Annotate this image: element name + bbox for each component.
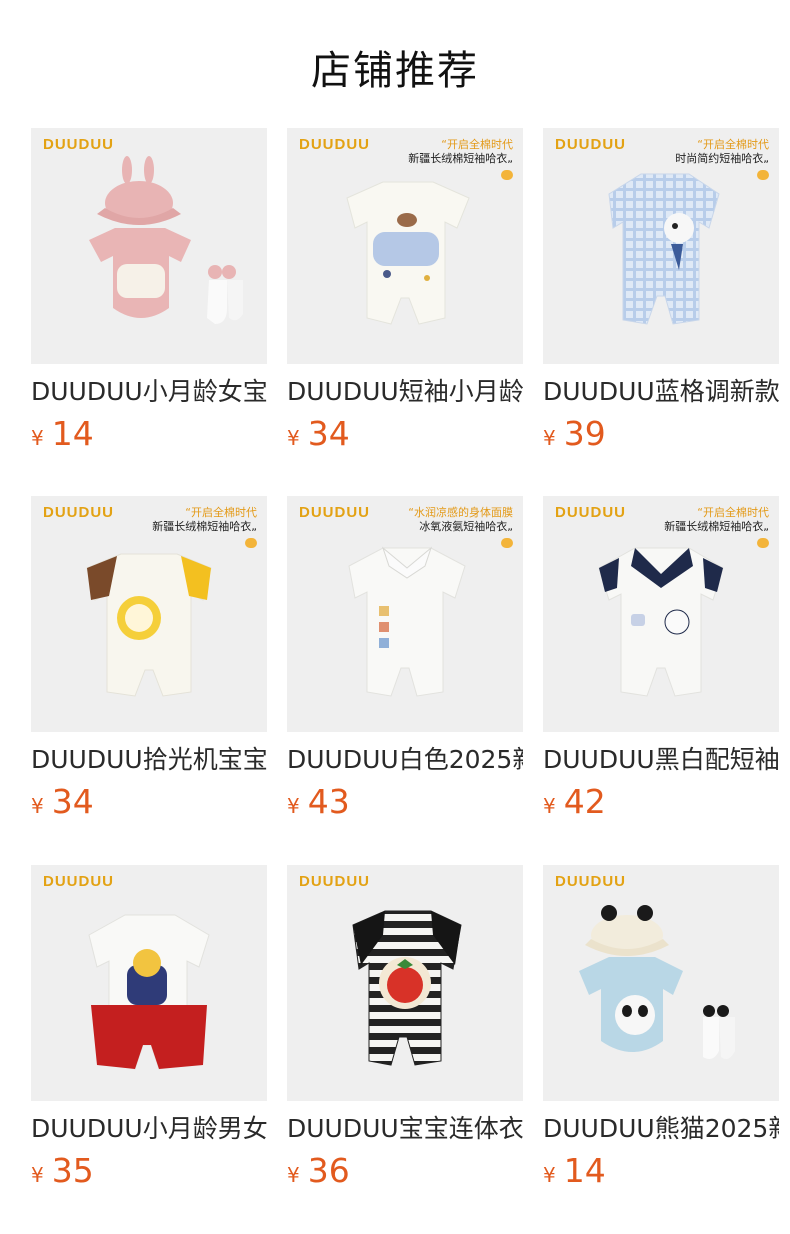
price-value: 34 (51, 782, 94, 821)
red-love-romper-image (88, 914, 210, 1070)
product-image[interactable]: DUUDUU “开启全棉时代 新疆长绒棉短袖哈衣„ (543, 496, 779, 732)
product-card[interactable]: DUUDUU “开启全棉时代 时尚简约短袖哈衣„ DUUDUU蓝格调新款 ¥39 (543, 128, 779, 454)
brand-logo: DUUDUU (555, 136, 626, 153)
currency-symbol: ¥ (31, 1163, 44, 1187)
product-card[interactable]: DUUDUU DUUDUU宝宝连体衣 ¥36 (287, 865, 523, 1191)
promo-pill (757, 170, 769, 180)
product-card[interactable]: DUUDUU “水润凉感的身体面膜 冰氧液氨短袖哈衣„ DUUDUU白色2025… (287, 496, 523, 822)
brand-logo: DUUDUU (299, 504, 370, 521)
product-name[interactable]: DUUDUU白色2025新 (287, 744, 523, 776)
promo-pill (501, 170, 513, 180)
price-value: 39 (563, 414, 606, 453)
product-name[interactable]: DUUDUU宝宝连体衣 (287, 1113, 523, 1145)
panda-romper-image (579, 905, 735, 1059)
product-card[interactable]: DUUDUU DUUDUU小月龄男女 ¥35 (31, 865, 267, 1191)
promo-subtitle: 新疆长绒棉短袖哈衣„ (408, 152, 513, 165)
product-price: ¥36 (287, 1151, 523, 1191)
product-card[interactable]: DUUDUU “开启全棉时代 新疆长绒棉短袖哈衣„ DUUDUU拾光机宝宝 ¥3… (31, 496, 267, 822)
price-value: 14 (51, 414, 94, 453)
product-card[interactable]: DUUDUU “开启全棉时代 新疆长绒棉短袖哈衣„ DUUDUU短袖小月龄 ¥3… (287, 128, 523, 454)
pink-bunny-romper-image (89, 156, 243, 324)
price-value: 34 (307, 414, 350, 453)
product-name[interactable]: DUUDUU蓝格调新款 (543, 376, 779, 408)
product-name[interactable]: DUUDUU小月龄女宝 (31, 376, 267, 408)
currency-symbol: ¥ (287, 1163, 300, 1187)
promo-slogan: “水润凉感的身体面膜 (408, 506, 513, 519)
product-image[interactable]: DUUDUU “水润凉感的身体面膜 冰氧液氨短袖哈衣„ (287, 496, 523, 732)
price-value: 14 (563, 1151, 606, 1190)
product-name[interactable]: DUUDUU小月龄男女 (31, 1113, 267, 1145)
currency-symbol: ¥ (31, 794, 44, 818)
price-value: 42 (563, 782, 606, 821)
currency-symbol: ¥ (287, 426, 300, 450)
promo-subtitle: 新疆长绒棉短袖哈衣„ (152, 520, 257, 533)
product-image[interactable]: DUUDUU (287, 865, 523, 1101)
product-price: ¥35 (31, 1151, 267, 1191)
promo-slogan: “开启全棉时代 (697, 506, 769, 519)
promo-pill (501, 538, 513, 548)
page-title: 店铺推荐 (311, 48, 479, 94)
product-price: ¥42 (543, 782, 779, 822)
promo-subtitle: 新疆长绒棉短袖哈衣„ (664, 520, 769, 533)
product-name[interactable]: DUUDUU短袖小月龄 (287, 376, 523, 408)
product-price: ¥34 (31, 782, 267, 822)
product-card[interactable]: DUUDUU “开启全棉时代 新疆长绒棉短袖哈衣„ DUUDUU黑白配短袖 ¥4… (543, 496, 779, 822)
product-price: ¥34 (287, 414, 523, 454)
brand-logo: DUUDUU (299, 873, 370, 890)
brand-logo: DUUDUU (43, 873, 114, 890)
product-price: ¥14 (543, 1151, 779, 1191)
promo-pill (757, 538, 769, 548)
promo-subtitle: 时尚简约短袖哈衣„ (675, 152, 769, 165)
product-card[interactable]: DUUDUU DUUDUU熊猫2025新 ¥14 (543, 865, 779, 1191)
currency-symbol: ¥ (287, 794, 300, 818)
striped-strawberry-romper-image (352, 910, 462, 1066)
price-value: 43 (307, 782, 350, 821)
product-price: ¥14 (31, 414, 267, 454)
brand-logo: DUUDUU (43, 504, 114, 521)
product-price: ¥39 (543, 414, 779, 454)
promo-pill (245, 538, 257, 548)
product-name[interactable]: DUUDUU熊猫2025新 (543, 1113, 779, 1145)
product-image[interactable]: DUUDUU (543, 865, 779, 1101)
price-value: 36 (307, 1151, 350, 1190)
product-name[interactable]: DUUDUU黑白配短袖 (543, 744, 779, 776)
promo-slogan: “开启全棉时代 (185, 506, 257, 519)
product-price: ¥43 (287, 782, 523, 822)
brand-logo: DUUDUU (299, 136, 370, 153)
product-image[interactable]: DUUDUU “开启全棉时代 新疆长绒棉短袖哈衣„ (287, 128, 523, 364)
currency-symbol: ¥ (543, 426, 556, 450)
currency-symbol: ¥ (31, 426, 44, 450)
promo-slogan: “开启全棉时代 (441, 138, 513, 151)
product-card[interactable]: DUUDUU DUUDUU小月龄女宝 ¥14 (31, 128, 267, 454)
product-image[interactable]: DUUDUU “开启全棉时代 时尚简约短袖哈衣„ (543, 128, 779, 364)
promo-subtitle: 冰氧液氨短袖哈衣„ (419, 520, 513, 533)
product-name[interactable]: DUUDUU拾光机宝宝 (31, 744, 267, 776)
price-value: 35 (51, 1151, 94, 1190)
brand-logo: DUUDUU (555, 873, 626, 890)
product-image[interactable]: DUUDUU (31, 865, 267, 1101)
brand-logo: DUUDUU (555, 504, 626, 521)
currency-symbol: ¥ (543, 794, 556, 818)
brand-logo: DUUDUU (43, 136, 114, 153)
promo-slogan: “开启全棉时代 (697, 138, 769, 151)
currency-symbol: ¥ (543, 1163, 556, 1187)
product-image[interactable]: DUUDUU (31, 128, 267, 364)
product-image[interactable]: DUUDUU “开启全棉时代 新疆长绒棉短袖哈衣„ (31, 496, 267, 732)
